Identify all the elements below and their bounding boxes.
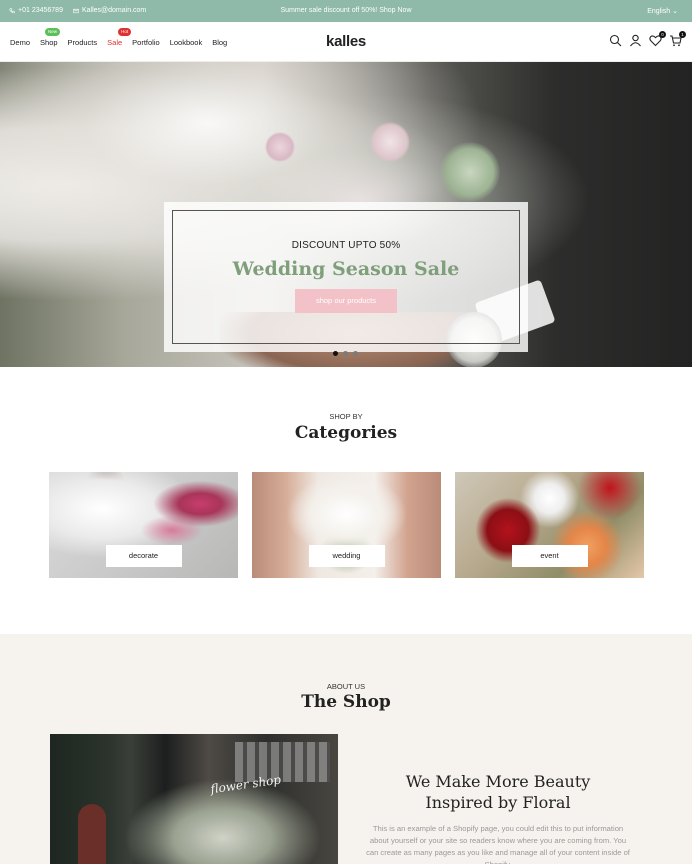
categories-kicker: SHOP BY [329,412,363,421]
category-label[interactable]: wedding [308,545,385,567]
user-icon [630,34,641,47]
promo-text[interactable]: Summer sale discount off 50%! Shop Now [0,7,692,14]
shop-photo-person [78,804,106,864]
category-card-wedding[interactable]: wedding [252,472,441,578]
chevron-down-icon: ⌄ [672,8,678,15]
site-logo[interactable]: kalles [0,33,692,50]
category-label[interactable]: event [511,545,588,567]
slider-dot-2[interactable] [343,351,348,356]
cart-count: 1 [679,31,686,38]
about-section: ABOUT US The Shop flower shop We Make Mo… [0,634,692,864]
wishlist-count: 0 [659,31,666,38]
site-header: Demo New Shop Products Hot Sale Portfoli… [0,22,692,62]
hero-image-flower [370,122,410,162]
hero-kicker: DISCOUNT UPTO 50% [291,240,401,251]
search-button[interactable] [609,34,622,47]
about-body: This is an example of a Shopify page, yo… [366,824,630,864]
about-kicker: ABOUT US [326,682,366,691]
account-button[interactable] [629,34,642,47]
language-selector[interactable]: English ⌄ [647,7,678,15]
categories-title: Categories [294,423,398,443]
slider-dot-3[interactable] [353,351,358,356]
about-title: The Shop [301,692,391,712]
shop-products-button[interactable]: shop our products [295,289,397,313]
header-actions: 0 1 [609,31,686,47]
language-label: English [647,8,671,15]
category-card-event[interactable]: event [455,472,644,578]
hero-title: Wedding Season Sale [232,258,460,280]
wishlist-button[interactable]: 0 [649,31,666,47]
top-bar: +01 23456789 Kalles@domain.com Summer sa… [0,0,692,22]
about-heading: We Make More Beauty Inspired by Floral [360,771,636,813]
slider-dots [333,351,358,356]
hero-caption-box: DISCOUNT UPTO 50% Wedding Season Sale sh… [164,202,528,352]
hero-image-foliage [440,142,500,202]
about-heading-line1: We Make More Beauty [405,772,591,791]
slider-dot-1[interactable] [333,351,338,356]
search-icon [609,34,622,47]
cart-button[interactable]: 1 [669,31,686,47]
hero-slider[interactable]: DISCOUNT UPTO 50% Wedding Season Sale sh… [0,62,692,367]
hero-image-flower [265,132,295,162]
shop-photo: flower shop [50,734,338,864]
about-heading-line2: Inspired by Floral [425,793,571,812]
category-label[interactable]: decorate [105,545,182,567]
category-card-decorate[interactable]: decorate [49,472,238,578]
